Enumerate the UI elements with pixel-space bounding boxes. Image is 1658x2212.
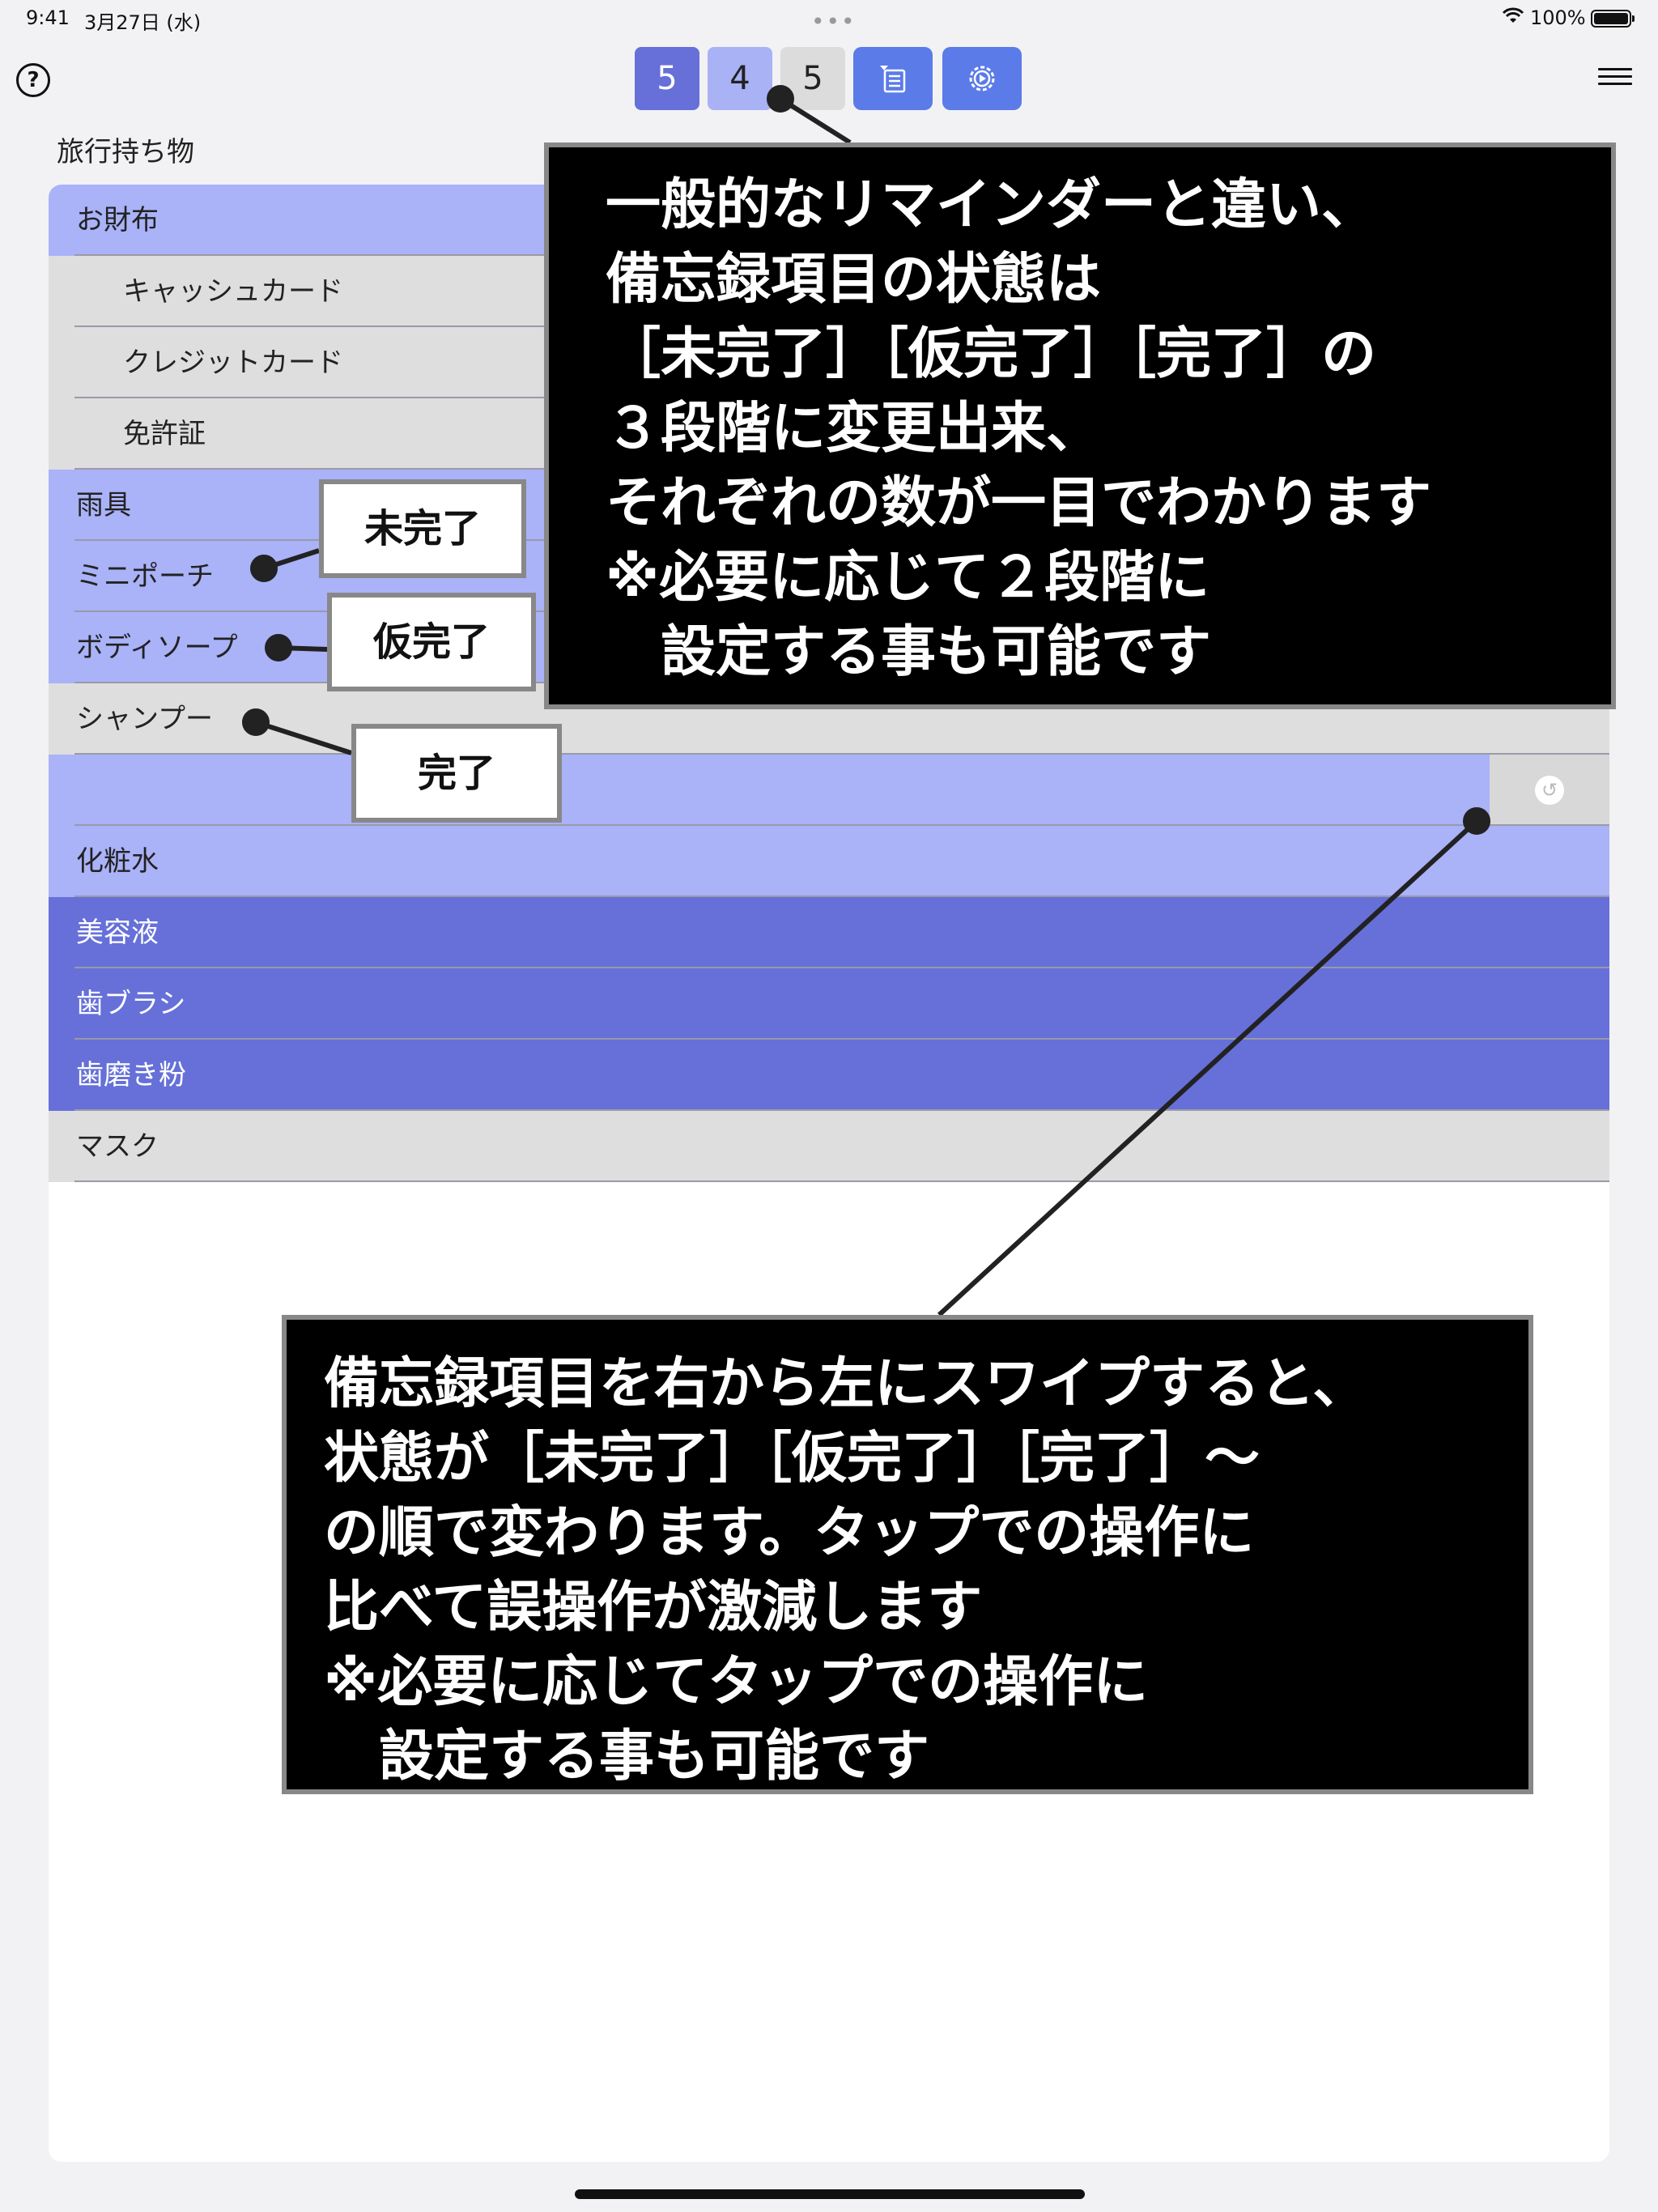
battery-percent: 100% (1530, 6, 1586, 29)
list-item[interactable]: 美容液 (49, 897, 1609, 968)
list-item[interactable]: マスク (49, 1111, 1609, 1182)
list-item-label: ミニポーチ (76, 560, 214, 593)
wifi-icon (1501, 6, 1525, 31)
list-item-label: お財布 (76, 204, 159, 236)
provisional-count-button[interactable]: 4 (708, 47, 772, 110)
list-item-label: 美容液 (76, 917, 159, 949)
undo-icon: ↺ (1535, 776, 1564, 805)
multitasking-dots[interactable]: ••• (811, 8, 857, 35)
incomplete-count-button[interactable]: 5 (635, 47, 699, 110)
three-state-callout: 一般的なリマインダーと違い、 備忘録項目の状態は ［未完了］［仮完了］［完了］の… (544, 143, 1616, 709)
list-item[interactable]: 化粧水 (49, 826, 1609, 897)
provisional-tag: 仮完了 (327, 593, 536, 691)
battery-icon (1591, 10, 1635, 28)
menu-icon[interactable] (1598, 68, 1632, 87)
list-edit-icon (880, 66, 906, 93)
status-date: 3月27日 (水) (84, 11, 202, 34)
swipe-callout: 備忘録項目を右から左にスワイプすると、 状態が［未完了］［仮完了］［完了］〜 の… (282, 1315, 1533, 1794)
list-item-label: 歯ブラシ (76, 988, 186, 1020)
list-item-label: クレジットカード (123, 347, 343, 379)
settings-button[interactable] (942, 47, 1022, 110)
list-item-label: マスク (76, 1130, 159, 1163)
list-item-label: 化粧水 (76, 845, 159, 878)
list-item-label: ボディソープ (76, 632, 238, 664)
list-item-label: 雨具 (76, 489, 131, 521)
list-item-label: キャッシュカード (123, 275, 343, 308)
list-edit-button[interactable] (853, 47, 933, 110)
status-time: 9:41 (26, 6, 70, 29)
help-button[interactable]: ? (16, 63, 50, 97)
list-item-label: シャンプー (76, 703, 213, 735)
complete-count-button[interactable]: 5 (780, 47, 845, 110)
incomplete-tag: 未完了 (319, 479, 526, 578)
swipe-state-action[interactable]: ↺ (1490, 755, 1609, 826)
list-item[interactable]: 歯磨き粉 (49, 1040, 1609, 1111)
list-title: 旅行持ち物 (57, 136, 194, 168)
list-item-label: 免許証 (123, 418, 206, 450)
list-item[interactable]: 歯ブラシ (49, 968, 1609, 1040)
complete-tag: 完了 (351, 724, 562, 823)
swiped-list-item[interactable]: ↺ (49, 755, 1609, 826)
home-indicator[interactable] (575, 2189, 1085, 2199)
gear-icon (969, 66, 995, 91)
list-item-label: 歯磨き粉 (76, 1059, 186, 1091)
